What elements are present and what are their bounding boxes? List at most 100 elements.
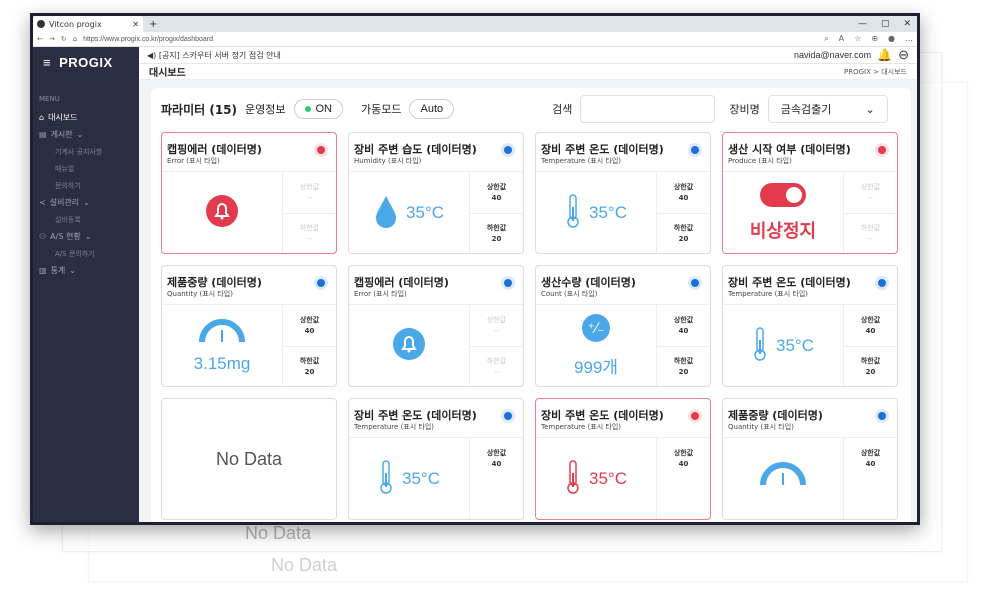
card-title: 장비 주변 온도 (데이터명) — [541, 143, 664, 156]
page-title: 대시보드 — [149, 68, 186, 79]
collections-icon[interactable]: ⊕ — [871, 34, 878, 44]
user-icon[interactable]: ⊖ — [898, 47, 909, 63]
card-subtitle: Temperature (표시 타입) — [541, 423, 622, 431]
url-field[interactable]: https://www.progix.co.kr/progix/dashboar… — [83, 36, 818, 43]
card-value: 비상정지 — [749, 220, 817, 241]
sensor-card[interactable]: 생산 시작 여부 (데이터명) Produce (표시 타입) 비상정지 상한값 -- 하… — [722, 132, 898, 254]
upper-limit-label: 상한값 — [860, 316, 881, 325]
equip-value: 금속검출기 — [780, 103, 832, 116]
new-tab-button[interactable]: + — [143, 19, 163, 30]
card-subtitle: Error (표시 타입) — [354, 290, 407, 298]
sensor-card[interactable]: No Data — [161, 398, 337, 520]
status-indicator-icon — [875, 409, 889, 423]
upper-limit-value: 40 — [678, 194, 689, 203]
sidebar-subitem-as-inquiry[interactable]: A/S 문의하기 — [33, 245, 139, 262]
browser-tab[interactable]: Vitcon progix ✕ — [33, 16, 143, 32]
sidebar-item-label: 통계 — [50, 266, 66, 275]
sidebar-subitem-notice[interactable]: 기계사 공지사항 — [33, 143, 139, 160]
lower-limit-label: 하한값 — [860, 357, 881, 366]
sidebar-subitem-equipment-register[interactable]: 설비등록 — [33, 211, 139, 228]
sensor-card[interactable]: 캡핑에러 (데이터명) Error (표시 타입) 상한값 -- 하한값 -- — [348, 265, 524, 387]
lower-limit: 하한값 20 — [470, 212, 523, 254]
sensor-card[interactable]: 캡핑에러 (데이터명) Error (표시 타입) 상한값 -- 하한값 -- — [161, 132, 337, 254]
oper-toggle[interactable]: ON — [293, 99, 343, 119]
equip-select[interactable]: 금속검출기 ⌄ — [767, 95, 888, 123]
sensor-card[interactable]: 생산수량 (데이터명) Count (표시 타입) ⁺⁄₋ 999개 상한값 40 하한값 2… — [535, 265, 711, 387]
toggle-icon[interactable] — [760, 182, 806, 211]
sidebar-subitem-manual[interactable]: 매뉴얼 — [33, 160, 139, 177]
lower-limit-value: -- — [867, 235, 874, 244]
mode-select[interactable]: Auto — [409, 99, 455, 119]
lower-limit: 하한값 20 — [283, 345, 336, 387]
card-title: 장비 주변 온도 (데이터명) — [728, 276, 851, 289]
sidebar-item-board[interactable]: ▤ 게시판 ⌄ — [33, 126, 139, 143]
upper-limit-label: 상한값 — [486, 449, 507, 458]
card-title: 생산수량 (데이터명) — [541, 276, 636, 289]
sensor-card[interactable]: 장비 주변 온도 (데이터명) Temperature (표시 타입) 35°C 상한… — [535, 132, 711, 254]
sensor-card[interactable]: 장비 주변 온도 (데이터명) Temperature (표시 타입) 35°C 상한… — [535, 398, 711, 520]
sensor-card[interactable]: 장비 주변 온도 (데이터명) Temperature (표시 타입) 35°C 상한… — [348, 398, 524, 520]
notice-text[interactable]: ◀) [공지] 스카우터 서버 정기 점검 안내 — [147, 50, 281, 61]
search-input[interactable] — [580, 95, 716, 123]
close-tab-icon[interactable]: ✕ — [132, 20, 139, 29]
upper-limit: 상한값 40 — [470, 172, 523, 213]
back-icon[interactable]: ← — [37, 35, 43, 43]
favorite-icon[interactable]: ☆ — [854, 34, 861, 44]
more-icon[interactable]: … — [905, 34, 913, 44]
limit-panel: 상한값 40 — [843, 437, 897, 519]
lower-limit-label: 하한값 — [860, 224, 881, 233]
address-bar: ← → ↻ ⌂ https://www.progix.co.kr/progix/… — [33, 32, 917, 47]
card-body: 35°C — [536, 437, 656, 519]
upper-limit: 상한값 40 — [657, 438, 710, 479]
profile-icon[interactable]: ● — [888, 34, 895, 44]
upper-limit: 상한값 -- — [283, 172, 336, 213]
sensor-card[interactable]: 장비 주변 습도 (데이터명) Humidity (표시 타입) 35°C 상한값 40… — [348, 132, 524, 254]
upper-limit-value: 40 — [491, 460, 502, 469]
home-icon[interactable]: ⌂ — [73, 35, 77, 43]
status-indicator-icon — [688, 276, 702, 290]
share-icon: ≺ — [39, 198, 46, 207]
sidebar: ≡ PROGIX MENU ⌂ 대시보드 ▤ 게시판 ⌄ 기계사 공지사항 매뉴얼 문… — [33, 47, 139, 522]
forward-icon[interactable]: → — [49, 35, 55, 43]
card-subtitle: Produce (표시 타입) — [728, 157, 792, 165]
sidebar-subitem-inquiry[interactable]: 문의하기 — [33, 177, 139, 194]
card-body: 비상정지 — [723, 171, 843, 253]
sensor-card[interactable]: 제품중량 (데이터명) Quantity (표시 타입) 상한값 40 — [722, 398, 898, 520]
maximize-icon[interactable]: ▢ — [881, 19, 890, 29]
logo-text: PROGIX — [59, 55, 113, 70]
lower-limit-label: 하한값 — [673, 224, 694, 233]
thermometer-icon — [752, 326, 768, 366]
sidebar-item-stats[interactable]: ▥ 통계 ⌄ — [33, 262, 139, 279]
status-indicator-icon — [501, 143, 515, 157]
bell-icon — [392, 327, 426, 365]
lower-limit: 하한값 20 — [844, 345, 897, 387]
lower-limit-label: 하한값 — [299, 357, 320, 366]
logo[interactable]: ≡ PROGIX — [33, 47, 139, 78]
upper-limit: 상한값 40 — [470, 438, 523, 479]
lower-limit: 하한값 -- — [844, 212, 897, 254]
sidebar-item-dashboard[interactable]: ⌂ 대시보드 — [33, 109, 139, 126]
lower-limit-value: -- — [493, 368, 500, 377]
upper-limit: 상한값 -- — [470, 305, 523, 346]
param-count: 파라미터 (15) — [161, 102, 238, 117]
bell-icon[interactable]: 🔔 — [877, 48, 892, 62]
sensor-card[interactable]: 장비 주변 온도 (데이터명) Temperature (표시 타입) 35°C 상한… — [722, 265, 898, 387]
refresh-icon[interactable]: ↻ — [61, 35, 67, 43]
sidebar-item-equipment[interactable]: ≺ 설비관리 ⌄ — [33, 194, 139, 211]
minimize-icon[interactable]: — — [858, 19, 867, 29]
status-indicator-icon — [314, 143, 328, 157]
zoom-icon[interactable]: ⌕ — [824, 34, 828, 44]
favicon-icon — [37, 20, 45, 28]
hamburger-icon[interactable]: ≡ — [43, 55, 51, 70]
read-aloud-icon[interactable]: A — [839, 34, 844, 44]
card-subtitle: Temperature (표시 타입) — [728, 290, 809, 298]
home-icon: ⌂ — [39, 113, 45, 122]
card-subtitle: Quantity (표시 타입) — [728, 423, 794, 431]
close-window-icon[interactable]: ✕ — [903, 19, 911, 29]
sidebar-item-as-status[interactable]: ⚇ A/S 현황 ⌄ — [33, 228, 139, 245]
lower-limit-value: 20 — [678, 235, 689, 244]
upper-limit-value: -- — [867, 194, 874, 203]
browser-window: Vitcon progix ✕ + — ▢ ✕ ← → ↻ ⌂ https://… — [30, 13, 920, 525]
sensor-card[interactable]: 제품중량 (데이터명) Quantity (표시 타입) 3.15mg 상한값 40 하한… — [161, 265, 337, 387]
card-body: 35°C — [349, 437, 469, 519]
